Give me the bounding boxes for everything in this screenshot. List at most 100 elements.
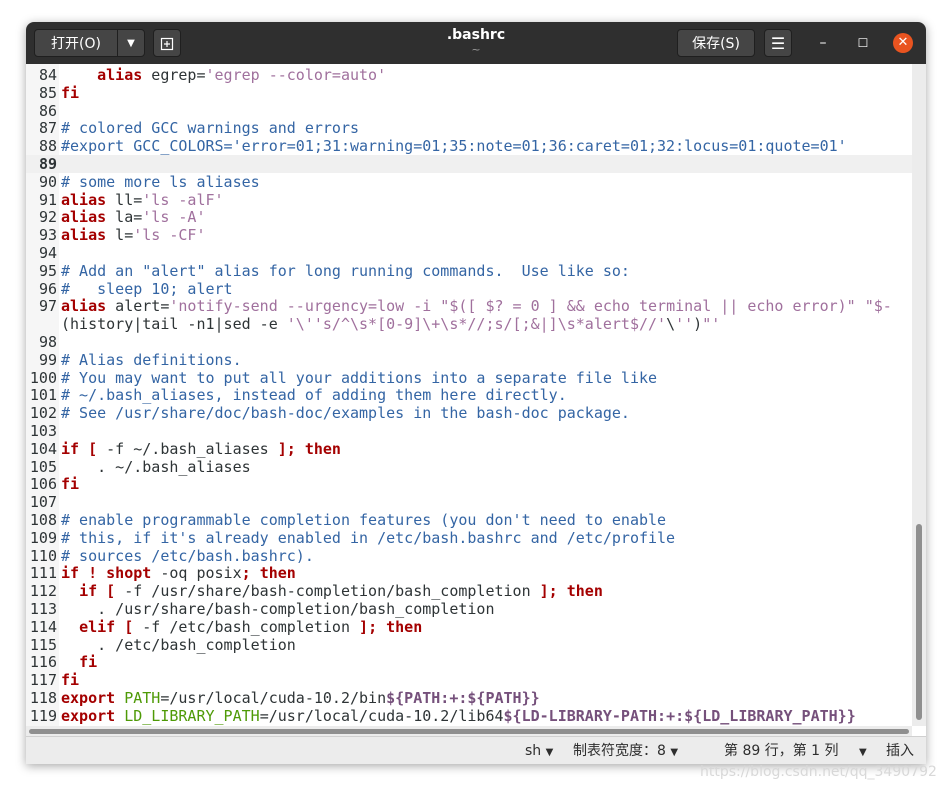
code-line[interactable]: 101 # ~/.bash_aliases, instead of adding …	[26, 386, 912, 404]
line-text[interactable]: fi	[61, 475, 79, 493]
minimize-icon: –	[819, 35, 827, 51]
code-line[interactable]: (history|tail -n1|sed -e '\''s/^\s*[0-9]…	[26, 315, 912, 333]
cursor-position-selector[interactable]: 第 89 行，第 1 列 ▼	[724, 742, 867, 762]
text-editor-area[interactable]: 84 alias egrep='egrep --color=auto' 85 fi 8…	[26, 64, 912, 726]
line-number: 98	[38, 333, 57, 351]
code-line[interactable]: 117 fi	[26, 671, 912, 689]
menu-button[interactable]: ☰	[764, 29, 792, 57]
line-text[interactable]: # Alias definitions.	[61, 351, 242, 369]
save-button[interactable]: 保存(S)	[677, 29, 755, 57]
watermark-text: https://blog.csdn.net/qq_3490792	[700, 764, 937, 780]
code-line[interactable]: 85 fi	[26, 84, 912, 102]
code-line[interactable]: 109 # this, if it's already enabled in /e…	[26, 529, 912, 547]
line-text[interactable]: fi	[61, 671, 79, 689]
code-line[interactable]: 116 fi	[26, 653, 912, 671]
code-line[interactable]: 111 if ! shopt -oq posix; then	[26, 564, 912, 582]
code-line[interactable]: 104 if [ -f ~/.bash_aliases ]; then	[26, 440, 912, 458]
code-line[interactable]: 87 # colored GCC warnings and errors	[26, 119, 912, 137]
maximize-icon: ☐	[857, 36, 869, 50]
line-text[interactable]: if [ -f ~/.bash_aliases ]; then	[61, 440, 341, 458]
code-line[interactable]: 99 # Alias definitions.	[26, 351, 912, 369]
line-text[interactable]: . /etc/bash_completion	[61, 636, 296, 654]
line-text[interactable]: # colored GCC warnings and errors	[61, 119, 359, 137]
code-line[interactable]: 119 export LD_LIBRARY_PATH=/usr/local/cud…	[26, 707, 912, 725]
line-number: 85	[38, 83, 57, 102]
code-line[interactable]: 115 . /etc/bash_completion	[26, 636, 912, 654]
line-number: 114	[29, 617, 57, 636]
code-line[interactable]: 112 if [ -f /usr/share/bash-completion/b…	[26, 582, 912, 600]
line-text[interactable]: # See /usr/share/doc/bash-doc/examples i…	[61, 404, 630, 422]
code-line[interactable]: 88 #export GCC_COLORS='error=01;31:warnin…	[26, 137, 912, 155]
code-line[interactable]: 91 alias ll='ls -alF'	[26, 191, 912, 209]
line-text[interactable]: alias egrep='egrep --color=auto'	[61, 66, 386, 84]
minimize-button[interactable]: –	[813, 33, 833, 53]
vertical-scrollbar[interactable]	[912, 64, 926, 726]
line-text[interactable]: alias ll='ls -alF'	[61, 191, 224, 209]
line-text[interactable]: alias la='ls -A'	[61, 208, 206, 226]
close-button[interactable]: ✕	[893, 33, 913, 53]
code-line[interactable]: 95 # Add an "alert" alias for long runnin…	[26, 262, 912, 280]
vertical-scrollbar-thumb[interactable]	[916, 524, 922, 720]
code-line[interactable]: 118 export PATH=/usr/local/cuda-10.2/bin$…	[26, 689, 912, 707]
line-number: 91	[38, 190, 57, 209]
horizontal-scrollbar[interactable]	[26, 726, 912, 736]
code-line[interactable]: 84 alias egrep='egrep --color=auto'	[26, 66, 912, 84]
line-number: 94	[38, 244, 57, 262]
code-line[interactable]: 102 # See /usr/share/doc/bash-doc/example…	[26, 404, 912, 422]
line-text[interactable]: # enable programmable completion feature…	[61, 511, 666, 529]
line-text[interactable]: if [ -f /usr/share/bash-completion/bash_…	[61, 582, 603, 600]
code-line[interactable]: 97 alias alert='notify-send --urgency=low…	[26, 297, 912, 315]
code-line[interactable]: 93 alias l='ls -CF'	[26, 226, 912, 244]
line-text[interactable]: . ~/.bash_aliases	[61, 458, 251, 476]
language-selector[interactable]: sh ▼	[525, 742, 553, 762]
code-line[interactable]: 94	[26, 244, 912, 262]
line-text[interactable]: # this, if it's already enabled in /etc/…	[61, 529, 675, 547]
line-number: 115	[29, 635, 57, 654]
line-text[interactable]: export PATH=/usr/local/cuda-10.2/bin${PA…	[61, 689, 540, 707]
line-number: 86	[38, 101, 57, 120]
code-line[interactable]: 92 alias la='ls -A'	[26, 208, 912, 226]
code-line[interactable]: 108 # enable programmable completion feat…	[26, 511, 912, 529]
insert-mode-indicator[interactable]: 插入	[886, 742, 914, 760]
line-text[interactable]: (history|tail -n1|sed -e '\''s/^\s*[0-9]…	[61, 315, 720, 333]
code-line[interactable]: 100 # You may want to put all your additi…	[26, 369, 912, 387]
code-line[interactable]: 103	[26, 422, 912, 440]
triangle-down-icon: ▼	[670, 747, 679, 758]
code-line[interactable]: 96 # sleep 10; alert	[26, 280, 912, 298]
line-text[interactable]: fi	[61, 84, 79, 102]
line-text[interactable]: # Add an "alert" alias for long running …	[61, 262, 630, 280]
code-line[interactable]: 107	[26, 493, 912, 511]
code-line[interactable]: 98	[26, 333, 912, 351]
line-number: 118	[29, 689, 57, 707]
line-text[interactable]: export LD_LIBRARY_PATH=/usr/local/cuda-1…	[61, 707, 856, 725]
line-text[interactable]: . /usr/share/bash-completion/bash_comple…	[61, 600, 494, 618]
code-line[interactable]: 113 . /usr/share/bash-completion/bash_co…	[26, 600, 912, 618]
triangle-down-icon: ▼	[545, 747, 554, 758]
line-text[interactable]: # You may want to put all your additions…	[61, 369, 657, 387]
code-line[interactable]: 89	[26, 155, 912, 173]
status-bar: sh ▼ 制表符宽度：8 ▼ 第 89 行，第 1 列 ▼ 插入	[26, 736, 926, 764]
line-text[interactable]: # sleep 10; alert	[61, 280, 233, 298]
code-line[interactable]: 110 # sources /etc/bash.bashrc).	[26, 547, 912, 565]
maximize-button[interactable]: ☐	[853, 33, 873, 53]
line-text[interactable]: if ! shopt -oq posix; then	[61, 564, 296, 582]
line-text[interactable]: # ~/.bash_aliases, instead of adding the…	[61, 386, 567, 404]
text-editor-window: 打开(O) ▼ .bashrc ~ 保存(S) ☰ – ☐ ✕ 84 alias…	[26, 22, 926, 764]
line-number: 116	[29, 653, 57, 672]
line-text[interactable]: #export GCC_COLORS='error=01;31:warning=…	[61, 137, 847, 155]
line-text[interactable]: # some more ls aliases	[61, 173, 260, 191]
horizontal-scrollbar-thumb[interactable]	[29, 729, 909, 734]
line-text[interactable]: elif [ -f /etc/bash_completion ]; then	[61, 618, 422, 636]
tab-width-selector[interactable]: 制表符宽度：8 ▼	[573, 742, 678, 762]
code-line[interactable]: 106 fi	[26, 475, 912, 493]
line-text[interactable]: fi	[61, 653, 97, 671]
line-text[interactable]: # sources /etc/bash.bashrc).	[61, 547, 314, 565]
hamburger-menu-icon: ☰	[770, 34, 786, 53]
code-line[interactable]: 114 elif [ -f /etc/bash_completion ]; th…	[26, 618, 912, 636]
line-text[interactable]: alias alert='notify-send --urgency=low -…	[61, 297, 892, 315]
code-line[interactable]: 86	[26, 102, 912, 120]
code-line[interactable]: 90 # some more ls aliases	[26, 173, 912, 191]
line-number: 103	[29, 422, 57, 440]
code-line[interactable]: 105 . ~/.bash_aliases	[26, 458, 912, 476]
line-text[interactable]: alias l='ls -CF'	[61, 226, 206, 244]
